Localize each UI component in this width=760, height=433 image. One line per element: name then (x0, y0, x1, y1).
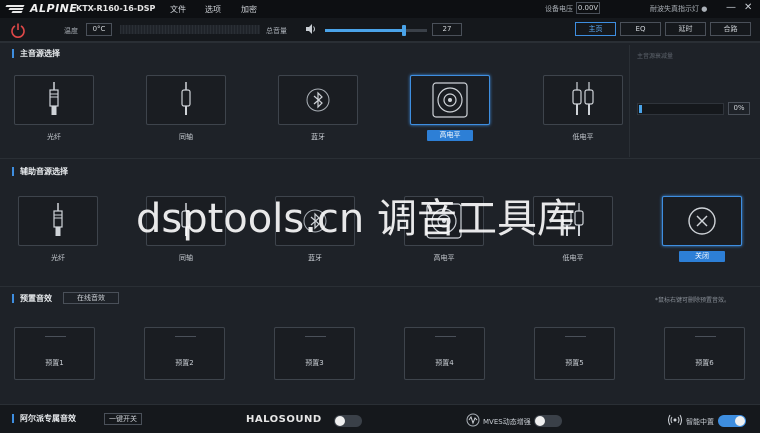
brand-logo-mark (5, 4, 28, 14)
preset-2-label: 预置2 (175, 359, 194, 367)
main-source-lowlevel[interactable] (543, 75, 623, 125)
device-voltage-label: 设备电压 (545, 5, 573, 13)
presets-hint: *鼠标右键可删除预置音效。 (655, 297, 731, 304)
menu-options[interactable]: 选项 (205, 4, 221, 15)
preset-1[interactable]: 预置1 (14, 327, 95, 380)
bluetooth-icon (306, 88, 330, 112)
volume-fill (325, 29, 404, 32)
optical-cable-icon (49, 82, 59, 115)
device-voltage-value: 0.00V (576, 2, 600, 14)
aux-source-optical[interactable] (18, 196, 98, 246)
watermark-text: dsptools.cn 调音工具库 (136, 196, 577, 242)
main-source-bluetooth[interactable] (278, 75, 358, 125)
main-source-title: 主音源选择 (12, 49, 60, 58)
coaxial-cable-icon (181, 82, 191, 115)
main-source-coaxial[interactable] (146, 75, 226, 125)
attenuation-label: 主音源衰减量 (637, 53, 674, 60)
preset-4[interactable]: 预置4 (404, 327, 485, 380)
rca-cable-icon (572, 82, 594, 115)
waveform-icon (466, 413, 480, 427)
aux-source-lowlevel-label: 低电平 (562, 254, 584, 262)
aux-source-highlevel-label: 高电平 (433, 254, 455, 262)
presets-title: 预置音效 (12, 294, 52, 303)
mves-label: MVES动态增强 (483, 418, 531, 426)
preset-2[interactable]: 预置2 (144, 327, 225, 380)
aux-source-coaxial-label: 同轴 (179, 254, 193, 262)
speaker-icon (432, 82, 468, 118)
tab-home[interactable]: 主页 (575, 22, 616, 36)
smart-center-toggle[interactable] (718, 415, 746, 427)
preset-5[interactable]: 预置5 (534, 327, 615, 380)
menu-encrypt[interactable]: 加密 (241, 4, 257, 15)
section-divider (629, 45, 630, 157)
volume-thumb[interactable] (401, 25, 406, 36)
tab-mix[interactable]: 合路 (710, 22, 751, 36)
preset-3-label: 预置3 (305, 359, 324, 367)
attenuation-value[interactable]: 0% (728, 102, 750, 115)
aux-source-bluetooth-label: 蓝牙 (308, 254, 322, 262)
aux-source-optical-label: 光纤 (51, 254, 65, 262)
speaker-icon[interactable] (305, 23, 317, 35)
tab-delay[interactable]: 延时 (665, 22, 706, 36)
main-source-bluetooth-label: 蓝牙 (311, 133, 325, 141)
control-bar: 温度 0°C 总音量 27 主页 EQ 延时 合路 (0, 18, 760, 42)
preset-5-label: 预置5 (565, 359, 584, 367)
close-circle-icon (688, 207, 716, 235)
halosound-logo: HALOSOUND (246, 414, 322, 425)
exclusive-effects-title: 阿尔派专属音效 (12, 414, 76, 423)
preset-4-label: 预置4 (435, 359, 454, 367)
aux-source-off-label: 关闭 (679, 251, 725, 262)
preset-6[interactable]: 预置6 (664, 327, 745, 380)
surround-icon (668, 414, 682, 426)
main-source-highlevel-label: 高电平 (427, 130, 473, 141)
optical-cable-icon (53, 203, 63, 236)
main-source-optical-label: 光纤 (47, 133, 61, 141)
main-source-highlevel[interactable] (410, 75, 490, 125)
one-key-toggle-button[interactable]: 一键开关 (104, 413, 142, 425)
tab-eq[interactable]: EQ (620, 22, 661, 36)
attenuation-slider[interactable] (637, 103, 724, 115)
brand-name: ALPINE (30, 2, 78, 15)
exclusive-effects-bar: 阿尔派专属音效 一键开关 HALOSOUND MVES动态增强 智能中置 (0, 404, 760, 433)
main-source-coaxial-label: 同轴 (179, 133, 193, 141)
halosound-toggle[interactable] (334, 415, 362, 427)
preset-1-label: 预置1 (45, 359, 64, 367)
brand-logo: ALPINE (5, 2, 78, 15)
volume-slider[interactable] (325, 25, 427, 36)
power-icon[interactable] (10, 22, 26, 38)
minimize-button[interactable]: — (726, 3, 736, 13)
smart-center-label: 智能中置 (686, 418, 714, 426)
aux-source-off[interactable] (662, 196, 742, 246)
main-source-optical[interactable] (14, 75, 94, 125)
device-model: KTX-R160-16-DSP (76, 4, 156, 13)
online-effects-button[interactable]: 在线音效 (63, 292, 119, 304)
mves-toggle[interactable] (534, 415, 562, 427)
preset-6-label: 预置6 (695, 359, 714, 367)
temperature-label: 温度 (64, 27, 78, 35)
menu-file[interactable]: 文件 (170, 4, 186, 15)
temperature-bar (120, 25, 260, 34)
title-bar: ALPINE KTX-R160-16-DSP 文件 选项 加密 设备电压 0.0… (0, 0, 760, 18)
main-source-lowlevel-label: 低电平 (572, 133, 594, 141)
preset-3[interactable]: 预置3 (274, 327, 355, 380)
volume-value[interactable]: 27 (432, 23, 462, 36)
temperature-value: 0°C (86, 23, 112, 36)
volume-label: 总音量 (266, 27, 287, 35)
aux-source-title: 辅助音源选择 (12, 167, 68, 176)
close-window-button[interactable]: ✕ (744, 3, 752, 13)
fault-indicator: 耐波失真指示灯 ● (650, 5, 708, 13)
